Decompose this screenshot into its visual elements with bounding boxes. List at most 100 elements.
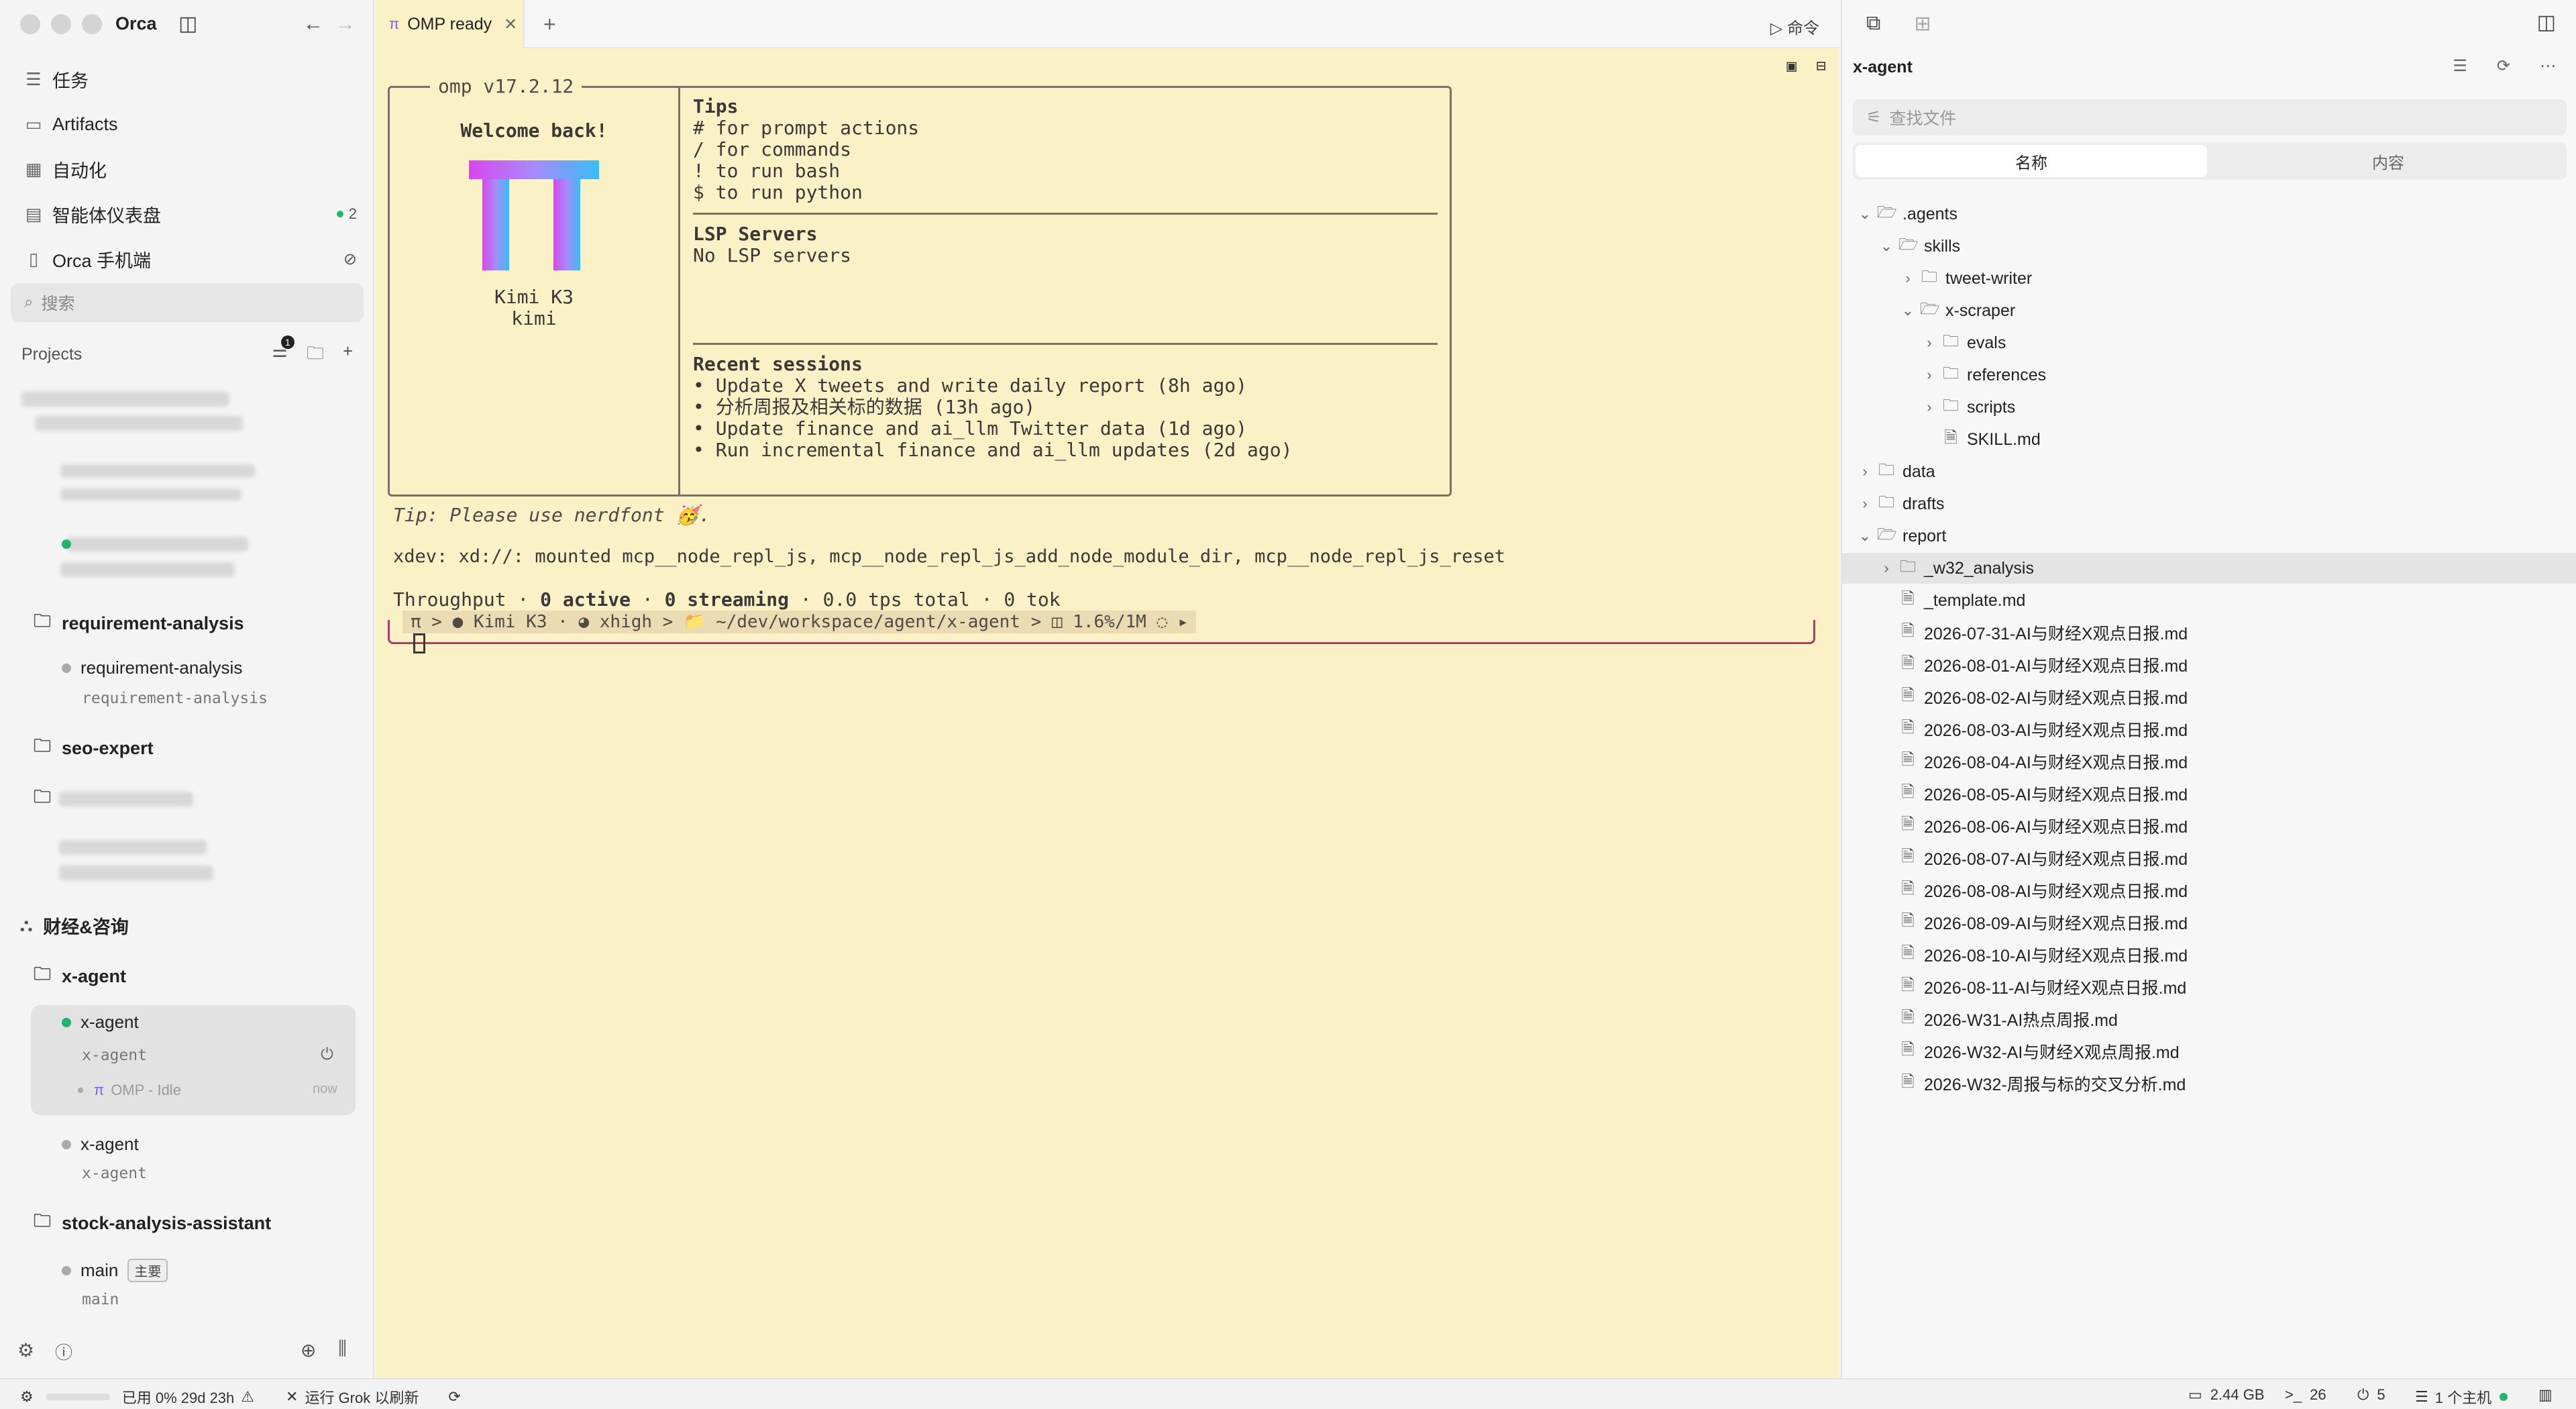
- file-item[interactable]: 🗎 SKILL.md: [1842, 424, 2576, 455]
- worktree-main[interactable]: main 主要: [62, 1259, 168, 1282]
- plug-icon[interactable]: ⏻: [321, 1045, 333, 1064]
- file-search-input[interactable]: ⚟ 查找文件: [1853, 99, 2567, 136]
- nav-item-artifacts[interactable]: ▭ Artifacts: [21, 104, 364, 144]
- refresh-icon[interactable]: ⟳: [448, 1388, 460, 1406]
- file-item[interactable]: 🗎 2026-07-31-AI与财经X观点日报.md: [1842, 617, 2576, 648]
- folder-stock-analysis-assistant[interactable]: 🗀 stock-analysis-assistant: [34, 1206, 271, 1240]
- maximize-window-button[interactable]: [82, 14, 102, 34]
- folder-item[interactable]: › 🗀 references: [1842, 360, 2576, 390]
- grok-indicator[interactable]: ✕ 运行 Grok 以刷新 ⟳: [286, 1386, 461, 1408]
- search-by-content-button[interactable]: 内容: [2212, 145, 2564, 177]
- tree-item-label: scripts: [1967, 397, 2016, 417]
- folder-seo-expert[interactable]: 🗀 seo-expert: [34, 731, 154, 765]
- new-folder-icon[interactable]: 🗀: [307, 341, 324, 370]
- file-item[interactable]: 🗎 2026-08-10-AI与财经X观点日报.md: [1842, 939, 2576, 970]
- minimize-window-button[interactable]: [51, 14, 71, 34]
- nav-item-tasks[interactable]: ☰ 任务: [21, 59, 364, 99]
- file-icon: 🗎: [1901, 943, 1915, 962]
- file-item[interactable]: 🗎 2026-08-06-AI与财经X观点日报.md: [1842, 811, 2576, 841]
- grid-tab-icon[interactable]: ⊞: [1914, 12, 1931, 36]
- chevron-right-icon[interactable]: ›: [1878, 560, 1894, 577]
- folder-requirement-analysis[interactable]: 🗀 requirement-analysis: [34, 607, 244, 640]
- filter-icon[interactable]: ⚌ 1: [272, 335, 294, 370]
- nav-item-automation[interactable]: ▦ 自动化: [21, 149, 364, 189]
- close-window-button[interactable]: [20, 14, 40, 34]
- chevron-down-icon[interactable]: ⌄: [1857, 527, 1873, 545]
- forward-arrow-icon[interactable]: →: [335, 12, 356, 36]
- folder-item[interactable]: › 🗀 data: [1842, 456, 2576, 487]
- chevron-right-icon[interactable]: ›: [1921, 399, 1937, 416]
- folder-item[interactable]: › 🗀 drafts: [1842, 488, 2576, 519]
- file-item[interactable]: 🗎 2026-W31-AI热点周报.md: [1842, 1004, 2576, 1035]
- chevron-down-icon[interactable]: ⌄: [1857, 205, 1873, 223]
- refresh-icon[interactable]: ⟳: [2497, 56, 2510, 76]
- file-item[interactable]: 🗎 2026-08-05-AI与财经X观点日报.md: [1842, 778, 2576, 809]
- folder-item[interactable]: › 🗀 scripts: [1842, 392, 2576, 423]
- file-item[interactable]: 🗎 2026-08-07-AI与财经X观点日报.md: [1842, 843, 2576, 874]
- run-command-button[interactable]: ▷ 命令: [1770, 15, 1819, 38]
- chevron-right-icon[interactable]: ›: [1921, 334, 1937, 352]
- tree-item-label: SKILL.md: [1967, 429, 2041, 449]
- right-panel-toggle-icon[interactable]: ◫: [2537, 11, 2556, 34]
- session-omp-idle[interactable]: π OMP - Idle: [78, 1082, 181, 1099]
- file-item[interactable]: 🗎 2026-W32-周报与标的交叉分析.md: [1842, 1068, 2576, 1099]
- folder-x-agent[interactable]: 🗀 x-agent: [34, 959, 126, 993]
- help-icon[interactable]: ⓘ: [55, 1339, 72, 1364]
- file-item[interactable]: 🗎 2026-08-04-AI与财经X观点日报.md: [1842, 746, 2576, 777]
- worktree-requirement-analysis[interactable]: requirement-analysis: [62, 658, 242, 678]
- more-icon[interactable]: ⋯: [2540, 56, 2556, 76]
- comment-icon[interactable]: ▣: [1787, 55, 1796, 76]
- sidebar-toggle-icon[interactable]: ◫: [178, 12, 197, 36]
- host-indicator[interactable]: ☰ 1 个主机: [2415, 1386, 2517, 1408]
- folder-item[interactable]: › 🗀 _w32_analysis: [1842, 553, 2576, 584]
- split-icon[interactable]: ⊟: [1817, 55, 1826, 76]
- new-tab-button[interactable]: +: [543, 12, 556, 37]
- chevron-down-icon[interactable]: ⌄: [1878, 238, 1894, 255]
- tab-omp-ready[interactable]: π OMP ready ✕: [376, 0, 525, 48]
- file-item[interactable]: 🗎 2026-W32-AI与财经X观点周报.md: [1842, 1036, 2576, 1067]
- folder-item[interactable]: › 🗀 tweet-writer: [1842, 263, 2576, 294]
- file-item[interactable]: 🗎 2026-08-01-AI与财经X观点日报.md: [1842, 649, 2576, 680]
- worktree-x-agent-2[interactable]: x-agent: [62, 1134, 139, 1155]
- chevron-right-icon[interactable]: ›: [1921, 366, 1937, 384]
- file-item[interactable]: 🗎 2026-08-03-AI与财经X观点日报.md: [1842, 714, 2576, 745]
- target-icon[interactable]: ⊕: [301, 1339, 316, 1361]
- chevron-right-icon[interactable]: ›: [1857, 495, 1873, 513]
- terminal-icon: >_: [2285, 1386, 2302, 1403]
- folder-item[interactable]: ⌄ 🗁 x-scraper: [1842, 295, 2576, 326]
- folder-item[interactable]: ⌄ 🗁 report: [1842, 521, 2576, 552]
- file-item[interactable]: 🗎 _template.md: [1842, 585, 2576, 616]
- group-finance-consulting[interactable]: ⛬ 财经&咨询: [20, 908, 129, 942]
- recent-session: • Update X tweets and write daily report…: [693, 374, 1248, 397]
- layout-icon[interactable]: ▥: [2538, 1386, 2553, 1404]
- panel-icon[interactable]: ⫼: [338, 1338, 347, 1360]
- file-item[interactable]: 🗎 2026-08-02-AI与财经X观点日报.md: [1842, 682, 2576, 713]
- search-by-name-button[interactable]: 名称: [1856, 145, 2207, 177]
- sidebar-search-input[interactable]: ⌕ 搜索: [11, 283, 364, 322]
- files-tab-icon[interactable]: ⧉: [1866, 12, 1880, 36]
- collapse-all-icon[interactable]: ☰: [2453, 56, 2467, 76]
- file-item[interactable]: 🗎 2026-08-09-AI与财经X观点日报.md: [1842, 907, 2576, 938]
- back-arrow-icon[interactable]: ←: [303, 12, 323, 36]
- folder-icon: 🗀: [1943, 331, 1959, 350]
- usage-indicator[interactable]: ⚙ 已用 0% 29d 23h ⚠: [20, 1386, 254, 1408]
- folder-icon: 🗀: [34, 1210, 52, 1231]
- eye-off-icon[interactable]: ⊘: [343, 250, 357, 269]
- worktree-x-agent-title[interactable]: x-agent: [62, 1012, 139, 1033]
- nav-item-mobile[interactable]: ▯ Orca 手机端 ⊘: [21, 239, 364, 279]
- folder-blurred[interactable]: 🗀: [34, 782, 62, 816]
- add-project-icon[interactable]: +: [343, 341, 353, 370]
- file-item[interactable]: 🗎 2026-08-08-AI与财经X观点日报.md: [1842, 875, 2576, 906]
- terminal-output[interactable]: ▣ ⊟ omp v17.2.12 Welcome back! Kimi K3 k…: [376, 48, 1839, 1389]
- chevron-down-icon[interactable]: ⌄: [1900, 302, 1916, 319]
- close-tab-icon[interactable]: ✕: [504, 15, 517, 34]
- file-item[interactable]: 🗎 2026-08-11-AI与财经X观点日报.md: [1842, 972, 2576, 1002]
- gear-icon[interactable]: ⚙: [17, 1339, 34, 1361]
- folder-item[interactable]: ⌄ 🗁 .agents: [1842, 199, 2576, 229]
- chevron-right-icon[interactable]: ›: [1857, 463, 1873, 480]
- chevron-right-icon[interactable]: ›: [1900, 270, 1916, 287]
- folder-item[interactable]: › 🗀 evals: [1842, 327, 2576, 358]
- nav-item-agent-dashboard[interactable]: ▤ 智能体仪表盘 2: [21, 194, 364, 234]
- folder-icon: 🗀: [1921, 267, 1937, 286]
- folder-item[interactable]: ⌄ 🗁 skills: [1842, 231, 2576, 262]
